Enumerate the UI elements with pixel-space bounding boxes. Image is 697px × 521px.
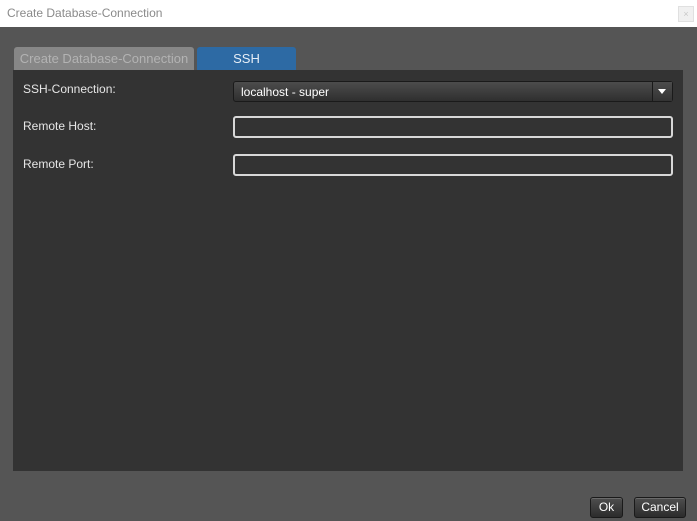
close-icon: × [683,9,689,19]
chevron-down-icon [658,89,666,94]
remote-host-label: Remote Host: [23,119,97,133]
tab-ssh[interactable]: SSH [197,47,296,70]
cancel-button[interactable]: Cancel [634,497,686,518]
close-button[interactable]: × [678,6,694,22]
remote-port-input[interactable] [233,154,673,176]
ssh-connection-label: SSH-Connection: [23,82,116,96]
ssh-connection-value: localhost - super [241,85,330,99]
title-bar: Create Database-Connection × [0,0,697,27]
dialog-window: Create Database-Connection × Create Data… [0,0,697,521]
window-title: Create Database-Connection [7,6,163,20]
remote-port-label: Remote Port: [23,157,94,171]
ssh-connection-select[interactable]: localhost - super [233,81,673,102]
dropdown-button[interactable] [652,82,672,101]
tab-create-database-connection[interactable]: Create Database-Connection [14,47,194,70]
ok-button[interactable]: Ok [590,497,623,518]
tab-label: SSH [233,51,260,66]
ssh-panel: SSH-Connection: localhost - super Remote… [13,70,683,471]
remote-host-input[interactable] [233,116,673,138]
tab-label: Create Database-Connection [19,51,189,66]
